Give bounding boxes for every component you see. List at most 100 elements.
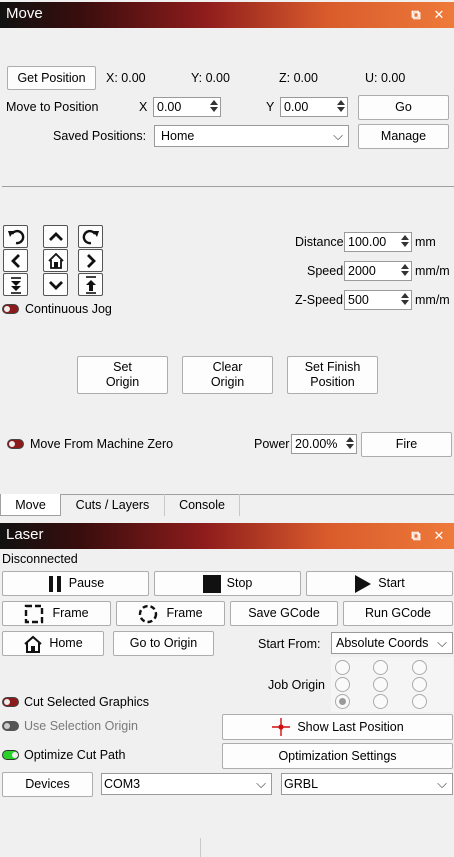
jog-z-up-button[interactable] bbox=[78, 273, 103, 296]
chevron-down-icon bbox=[48, 280, 63, 290]
spin-arrows-icon[interactable] bbox=[209, 99, 218, 115]
run-gcode-button[interactable]: Run GCode bbox=[343, 601, 453, 626]
jog-right-button[interactable] bbox=[78, 249, 103, 272]
spin-arrows-icon[interactable] bbox=[400, 292, 409, 308]
jog-down-button[interactable] bbox=[43, 273, 68, 296]
cut-selected-graphics-label: Cut Selected Graphics bbox=[24, 695, 150, 709]
set-origin-button[interactable]: Set Origin bbox=[77, 356, 168, 394]
show-last-position-button[interactable]: Show Last Position bbox=[222, 714, 453, 740]
jog-left-button[interactable] bbox=[3, 249, 28, 272]
jog-up-button[interactable] bbox=[43, 225, 68, 248]
controller-select[interactable]: GRBL ⌵ bbox=[281, 773, 453, 795]
cut-selected-graphics-toggle[interactable] bbox=[2, 697, 19, 707]
power-field[interactable]: 20.00% bbox=[291, 434, 357, 454]
spin-arrows-icon[interactable] bbox=[400, 263, 409, 279]
jog-home-button[interactable] bbox=[43, 249, 68, 272]
home-button[interactable]: Home bbox=[2, 631, 104, 656]
pause-button[interactable]: Pause bbox=[2, 571, 149, 596]
optimize-cut-path-label: Optimize Cut Path bbox=[24, 748, 126, 762]
x-position-field[interactable]: 0.00 bbox=[153, 97, 221, 117]
jog-z-down-button[interactable] bbox=[3, 273, 28, 296]
job-origin-bottom-left-radio[interactable] bbox=[335, 694, 350, 709]
y-position-readout: Y: 0.00 bbox=[191, 71, 230, 85]
move-to-position-label: Move to Position bbox=[6, 100, 99, 114]
saved-positions-select[interactable]: Home ⌵ bbox=[154, 125, 349, 147]
fire-button[interactable]: Fire bbox=[361, 432, 452, 457]
stop-button[interactable]: Stop bbox=[154, 571, 301, 596]
close-icon[interactable]: ✕ bbox=[430, 527, 448, 545]
power-label: Power bbox=[254, 437, 290, 451]
start-button[interactable]: Start bbox=[306, 571, 453, 596]
play-icon bbox=[355, 574, 372, 593]
jog-rotate-cw-button[interactable] bbox=[78, 225, 103, 248]
job-origin-middle-right-radio[interactable] bbox=[412, 677, 427, 692]
y-position-field[interactable]: 0.00 bbox=[280, 97, 348, 117]
frame-rect-icon bbox=[25, 604, 44, 623]
x-position-readout: X: 0.00 bbox=[106, 71, 146, 85]
connection-status: Disconnected bbox=[2, 552, 78, 566]
go-button[interactable]: Go bbox=[358, 95, 449, 120]
distance-field[interactable]: 100.00 bbox=[344, 232, 412, 252]
tab-console[interactable]: Console bbox=[165, 494, 240, 516]
chevron-right-icon bbox=[86, 253, 96, 268]
job-origin-top-left-radio[interactable] bbox=[335, 660, 350, 675]
job-origin-bottom-center-radio[interactable] bbox=[373, 694, 388, 709]
chevron-left-icon bbox=[10, 253, 20, 268]
close-icon[interactable]: ✕ bbox=[430, 6, 448, 24]
z-down-icon bbox=[10, 276, 21, 294]
start-from-label: Start From: bbox=[258, 637, 321, 651]
distance-unit: mm bbox=[415, 235, 436, 249]
move-from-machine-zero-toggle[interactable] bbox=[7, 439, 24, 449]
continuous-jog-toggle[interactable] bbox=[2, 304, 19, 314]
pause-icon bbox=[48, 575, 61, 592]
move-panel-title: Move bbox=[6, 5, 43, 22]
z-position-readout: Z: 0.00 bbox=[279, 71, 318, 85]
move-from-machine-zero-label: Move From Machine Zero bbox=[30, 437, 174, 451]
save-gcode-button[interactable]: Save GCode bbox=[230, 601, 338, 626]
spin-arrows-icon[interactable] bbox=[400, 234, 409, 250]
zspeed-label: Z-Speed bbox=[295, 293, 343, 307]
speed-unit: mm/m bbox=[415, 264, 450, 278]
distance-label: Distance bbox=[295, 235, 344, 249]
optimization-settings-button[interactable]: Optimization Settings bbox=[222, 743, 453, 769]
job-origin-center-radio[interactable] bbox=[373, 677, 388, 692]
clear-origin-button[interactable]: Clear Origin bbox=[182, 356, 273, 394]
stop-icon bbox=[202, 574, 221, 593]
tab-cuts-layers[interactable]: Cuts / Layers bbox=[61, 494, 165, 516]
go-to-origin-button[interactable]: Go to Origin bbox=[113, 631, 214, 656]
get-position-button[interactable]: Get Position bbox=[7, 66, 96, 90]
home-icon bbox=[47, 252, 64, 269]
speed-label: Speed bbox=[307, 264, 344, 278]
start-from-select[interactable]: Absolute Coords ⌵ bbox=[331, 632, 453, 654]
divider bbox=[2, 186, 454, 187]
tab-move[interactable]: Move bbox=[0, 494, 61, 516]
float-panel-icon[interactable]: ⧉ bbox=[407, 527, 425, 545]
job-origin-top-right-radio[interactable] bbox=[412, 660, 427, 675]
job-origin-bottom-right-radio[interactable] bbox=[412, 694, 427, 709]
home-icon bbox=[24, 635, 42, 653]
u-position-readout: U: 0.00 bbox=[365, 71, 406, 85]
port-select[interactable]: COM3 ⌵ bbox=[101, 773, 272, 795]
rotate-cw-icon bbox=[82, 229, 99, 244]
y-field-label: Y bbox=[266, 100, 275, 114]
spin-arrows-icon[interactable] bbox=[345, 436, 354, 452]
chevron-down-icon: ⌵ bbox=[437, 635, 447, 650]
move-panel-titlebar: Move ⧉ ✕ bbox=[0, 2, 454, 28]
job-origin-middle-left-radio[interactable] bbox=[335, 677, 350, 692]
devices-button[interactable]: Devices bbox=[2, 772, 93, 797]
float-panel-icon[interactable]: ⧉ bbox=[407, 6, 425, 24]
job-origin-top-center-radio[interactable] bbox=[373, 660, 388, 675]
zspeed-field[interactable]: 500 bbox=[344, 290, 412, 310]
manage-button[interactable]: Manage bbox=[358, 124, 449, 149]
jog-rotate-ccw-button[interactable] bbox=[3, 225, 28, 248]
use-selection-origin-toggle[interactable] bbox=[2, 721, 19, 731]
frame-circle-button[interactable]: Frame bbox=[116, 601, 225, 626]
frame-button[interactable]: Frame bbox=[2, 601, 111, 626]
chevron-up-icon bbox=[48, 231, 63, 241]
chevron-down-icon: ⌵ bbox=[333, 128, 343, 143]
set-finish-position-button[interactable]: Set Finish Position bbox=[287, 356, 378, 394]
optimize-cut-path-toggle[interactable] bbox=[2, 750, 19, 760]
spin-arrows-icon[interactable] bbox=[336, 99, 345, 115]
job-origin-grid bbox=[331, 657, 453, 712]
speed-field[interactable]: 2000 bbox=[344, 261, 412, 281]
